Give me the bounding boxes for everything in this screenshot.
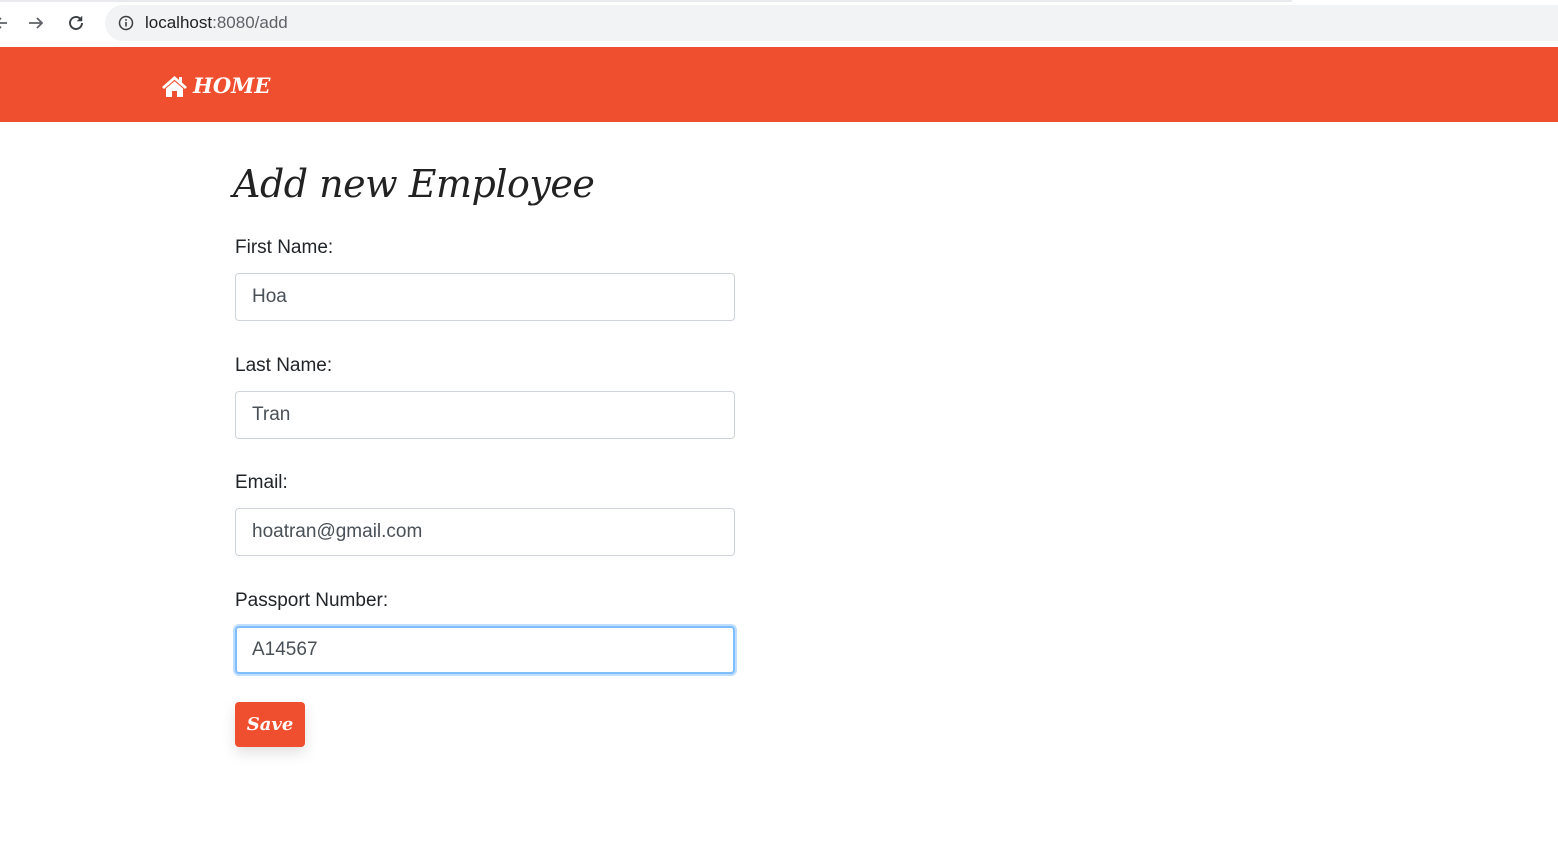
home-label: HOME — [193, 73, 271, 98]
address-bar[interactable]: localhost:8080/add — [105, 5, 1558, 41]
reload-icon — [69, 16, 83, 30]
home-icon — [161, 74, 188, 98]
tab-strip-edge — [0, 0, 1292, 2]
last-name-input[interactable] — [235, 391, 735, 439]
browser-toolbar: localhost:8080/add — [0, 0, 1558, 47]
passport-group: Passport Number: — [235, 588, 735, 674]
first-name-input[interactable] — [235, 273, 735, 321]
arrow-right-icon — [29, 17, 44, 29]
email-input[interactable] — [235, 508, 735, 556]
last-name-label: Last Name: — [235, 355, 333, 376]
navbar: HOME — [0, 47, 1558, 122]
back-button[interactable] — [0, 8, 16, 38]
arrow-left-icon — [0, 17, 7, 29]
page-title: Add new Employee — [233, 162, 595, 206]
passport-input[interactable] — [235, 626, 735, 674]
employee-form-container: Add new Employee First Name: Last Name: … — [233, 150, 737, 747]
forward-button[interactable] — [21, 8, 51, 38]
first-name-group: First Name: — [235, 235, 735, 321]
reload-button[interactable] — [61, 8, 91, 38]
home-link[interactable]: HOME — [161, 73, 270, 98]
first-name-label: First Name: — [235, 237, 334, 258]
email-group: Email: — [235, 470, 735, 556]
last-name-group: Last Name: — [235, 353, 735, 439]
passport-label: Passport Number: — [235, 590, 389, 611]
save-button[interactable]: Save — [235, 702, 305, 747]
info-icon[interactable] — [118, 15, 134, 31]
email-label: Email: — [235, 472, 288, 493]
url-text[interactable]: localhost:8080/add — [145, 13, 288, 33]
